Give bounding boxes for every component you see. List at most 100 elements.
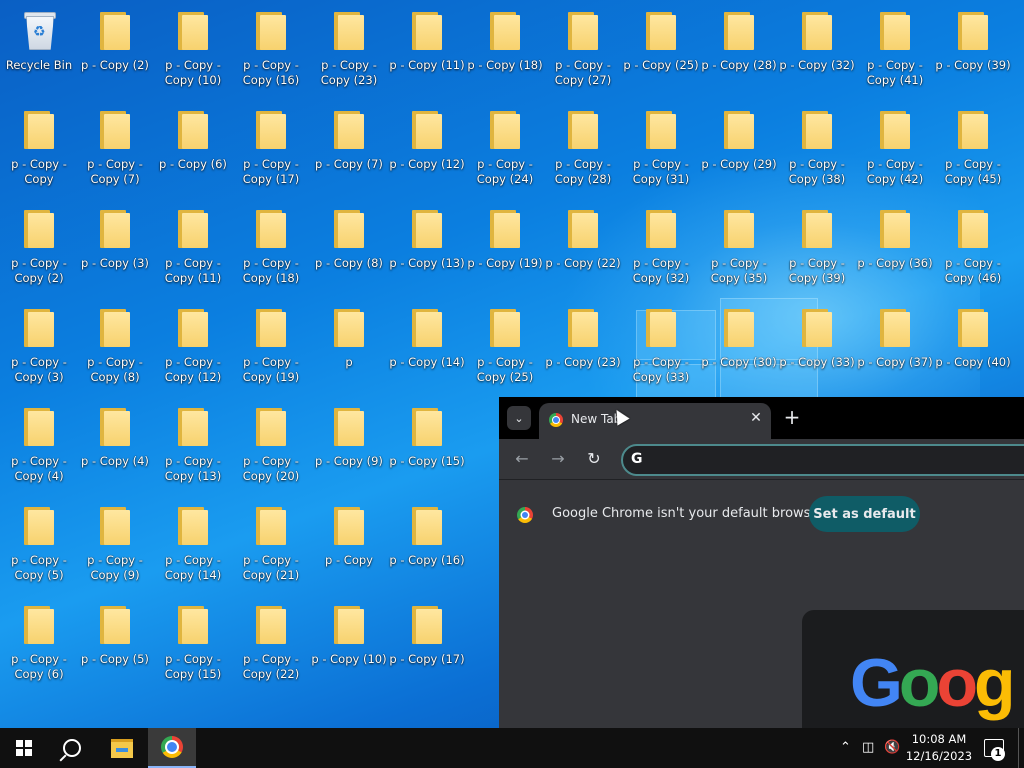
desktop-folder[interactable]: p - Copy - Copy (16) [233,2,309,92]
network-icon[interactable]: ◫ [862,740,874,756]
desktop-folder[interactable]: p - Copy (7) [311,101,387,191]
desktop-folder[interactable]: p - Copy - Copy (23) [311,2,387,92]
desktop-folder[interactable]: p - Copy - Copy (27) [545,2,621,92]
desktop-folder[interactable]: p - Copy (22) [545,200,621,290]
desktop-folder[interactable]: p - Copy - Copy (3) [1,299,77,389]
desktop-folder[interactable]: p - Copy (19) [467,200,543,290]
desktop-folder[interactable]: p - Copy - Copy (10) [155,2,231,92]
desktop-folder[interactable]: p - Copy - Copy (5) [1,497,77,587]
desktop-folder[interactable]: p - Copy - Copy (4) [1,398,77,488]
desktop-folder[interactable]: p - Copy (23) [545,299,621,389]
desktop-folder[interactable]: p - Copy - Copy (33) [623,299,699,389]
desktop-folder[interactable]: p - Copy - Copy (11) [155,200,231,290]
desktop-folder[interactable]: p - Copy - Copy (42) [857,101,933,191]
back-button[interactable]: ← [511,449,533,469]
desktop-icon-label: p - Copy (30) [701,355,777,369]
desktop-folder[interactable]: p - Copy - Copy (35) [701,200,777,290]
desktop-folder[interactable]: p - Copy (10) [311,596,387,686]
file-explorer-button[interactable] [98,728,146,768]
desktop-folder[interactable]: p - Copy - Copy (9) [77,497,153,587]
folder-icon [100,507,130,545]
desktop-folder[interactable]: p - Copy (12) [389,101,465,191]
desktop-folder[interactable]: p - Copy (6) [155,101,231,191]
new-tab-button[interactable]: + [782,405,802,429]
recycle-bin-icon: ♻ [22,10,56,50]
chrome-taskbar-button[interactable] [148,728,196,768]
desktop-icon-label: p - Copy - Copy (24) [476,157,534,186]
desktop-folder[interactable]: p - Copy (4) [77,398,153,488]
chevron-down-icon: ⌄ [514,411,524,425]
desktop-icon-label: p - Copy - Copy (21) [242,553,300,582]
desktop-folder[interactable]: p - Copy (11) [389,2,465,92]
desktop-folder[interactable]: p - Copy (5) [77,596,153,686]
volume-muted-icon[interactable]: 🔇 [884,740,900,756]
desktop-folder[interactable]: p - Copy (15) [389,398,465,488]
desktop-folder[interactable]: p - Copy - Copy [1,101,77,191]
tab-search-button[interactable]: ⌄ [507,406,531,430]
desktop-folder[interactable]: p - Copy (30) [701,299,777,389]
desktop-folder[interactable]: p - Copy - Copy (41) [857,2,933,92]
desktop-folder[interactable]: p - Copy (37) [857,299,933,389]
start-button[interactable] [0,728,48,768]
desktop-folder[interactable]: p - Copy (40) [935,299,1011,389]
desktop-icon-label: p - Copy - Copy (14) [164,553,222,582]
tab-close-icon[interactable]: ✕ [747,410,765,426]
desktop-folder[interactable]: p - Copy (29) [701,101,777,191]
show-hidden-icons-icon[interactable]: ⌃ [840,740,851,756]
show-desktop-button[interactable] [1018,728,1024,768]
desktop-folder[interactable]: p - Copy - Copy (46) [935,200,1011,290]
clock[interactable]: 10:08 AM 12/16/2023 [900,731,978,765]
search-button[interactable] [48,728,96,768]
desktop-folder[interactable]: p - Copy (13) [389,200,465,290]
desktop-folder[interactable]: p - Copy (17) [389,596,465,686]
desktop-folder[interactable]: p - Copy - Copy (21) [233,497,309,587]
forward-button[interactable]: → [547,449,569,469]
desktop-folder[interactable]: p - Copy - Copy (19) [233,299,309,389]
desktop-folder[interactable]: p - Copy (9) [311,398,387,488]
desktop-folder[interactable]: p - Copy - Copy (8) [77,299,153,389]
desktop-folder[interactable]: p - Copy - Copy (15) [155,596,231,686]
set-as-default-button[interactable]: Set as default [809,496,920,532]
desktop-folder[interactable]: p - Copy (36) [857,200,933,290]
desktop-folder[interactable]: p - Copy (32) [779,2,855,92]
desktop-folder[interactable]: p - Copy (28) [701,2,777,92]
desktop-folder[interactable]: p - Copy (2) [77,2,153,92]
desktop-folder[interactable]: p - Copy - Copy (25) [467,299,543,389]
desktop-folder[interactable]: p - Copy (25) [623,2,699,92]
folder-icon [802,111,832,149]
desktop-folder[interactable]: p - Copy - Copy (24) [467,101,543,191]
desktop-folder[interactable]: p - Copy (39) [935,2,1011,92]
desktop-folder[interactable]: p - Copy (14) [389,299,465,389]
desktop-folder[interactable]: p - Copy - Copy (45) [935,101,1011,191]
desktop-folder[interactable]: p - Copy - Copy (17) [233,101,309,191]
desktop-folder[interactable]: p - Copy - Copy (14) [155,497,231,587]
desktop-folder[interactable]: p - Copy - Copy (38) [779,101,855,191]
desktop-folder[interactable]: p - Copy - Copy (22) [233,596,309,686]
desktop-folder[interactable]: p - Copy - Copy (32) [623,200,699,290]
desktop-folder[interactable]: p - Copy - Copy (28) [545,101,621,191]
desktop-icon-label: p - Copy - Copy (16) [242,58,300,87]
desktop-folder[interactable]: p - Copy (16) [389,497,465,587]
desktop-folder[interactable]: p - Copy - Copy (12) [155,299,231,389]
reload-button[interactable]: ↻ [583,449,605,469]
file-explorer-icon [111,738,133,758]
folder-icon [412,12,442,50]
google-doodle[interactable]: Goog [802,610,1024,728]
desktop-folder[interactable]: p - Copy (18) [467,2,543,92]
desktop-folder[interactable]: p - Copy - Copy (2) [1,200,77,290]
desktop-folder[interactable]: p - Copy [311,497,387,587]
desktop-folder[interactable]: p [311,299,387,389]
desktop-folder[interactable]: p - Copy - Copy (7) [77,101,153,191]
desktop-folder[interactable]: p - Copy - Copy (31) [623,101,699,191]
desktop-folder[interactable]: p - Copy - Copy (20) [233,398,309,488]
address-bar[interactable]: G [621,444,1024,476]
desktop-folder[interactable]: p - Copy - Copy (39) [779,200,855,290]
desktop-folder[interactable]: p - Copy (8) [311,200,387,290]
desktop-folder[interactable]: p - Copy - Copy (6) [1,596,77,686]
tab-new-tab[interactable]: New Tab ✕ [539,403,771,439]
desktop-folder[interactable]: p - Copy - Copy (18) [233,200,309,290]
desktop-folder[interactable]: p - Copy (33) [779,299,855,389]
desktop-folder[interactable]: p - Copy - Copy (13) [155,398,231,488]
recycle-bin[interactable]: ♻ Recycle Bin [1,2,77,92]
desktop-folder[interactable]: p - Copy (3) [77,200,153,290]
